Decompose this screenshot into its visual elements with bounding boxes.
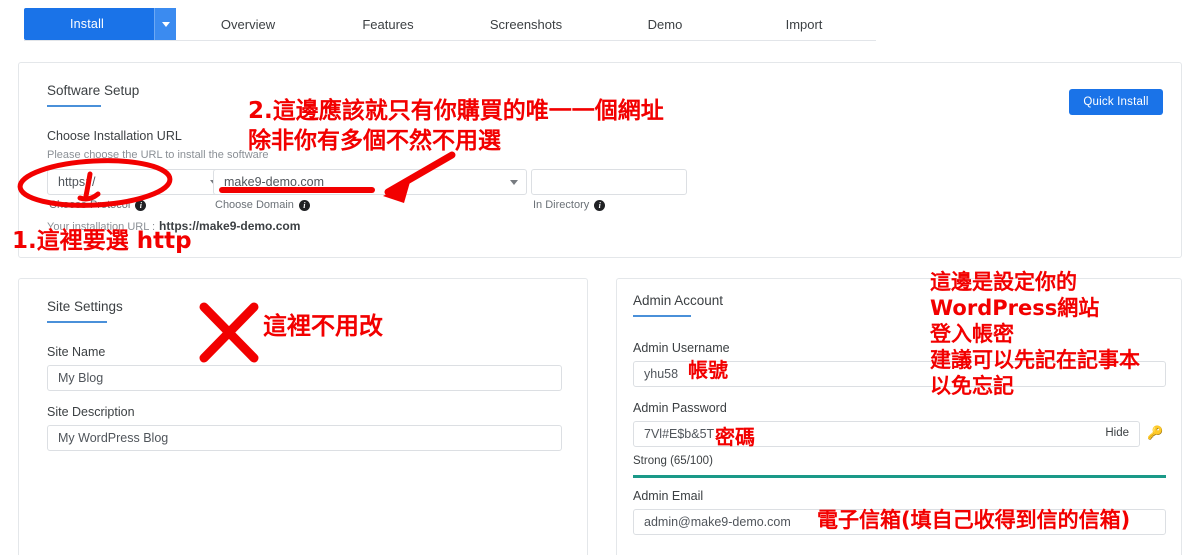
site-name-input[interactable]: My Blog	[47, 365, 562, 391]
domain-select[interactable]: make9-demo.com	[213, 169, 527, 195]
choose-installation-url-sub: Please choose the URL to install the sof…	[47, 149, 269, 161]
site-description-value: My WordPress Blog	[58, 431, 169, 445]
installation-url-label: Your installation URL :	[47, 221, 156, 233]
admin-username-label: Admin Username	[633, 341, 730, 355]
site-name-value: My Blog	[58, 371, 104, 385]
admin-email-input[interactable]: admin@make9-demo.com	[633, 509, 1166, 535]
info-icon[interactable]: i	[298, 199, 310, 211]
protocol-select[interactable]: https://	[47, 169, 227, 195]
tab-demo[interactable]: Demo	[622, 8, 708, 40]
software-setup-card: Software Setup Quick Install Choose Inst…	[18, 62, 1182, 258]
site-settings-title: Site Settings	[47, 299, 123, 314]
site-description-input[interactable]: My WordPress Blog	[47, 425, 562, 451]
site-name-label: Site Name	[47, 345, 106, 359]
admin-password-label: Admin Password	[633, 401, 727, 415]
install-dropdown-toggle[interactable]	[154, 8, 176, 40]
chevron-down-icon	[510, 180, 518, 185]
tab-import[interactable]: Import	[760, 8, 848, 40]
password-strength-bar	[633, 475, 1166, 478]
software-setup-title-rule	[47, 105, 101, 107]
admin-account-title: Admin Account	[633, 293, 724, 308]
site-description-label: Site Description	[47, 405, 135, 419]
password-hide-toggle[interactable]: Hide	[1105, 427, 1129, 439]
tab-features[interactable]: Features	[340, 8, 436, 40]
info-icon[interactable]: i	[594, 199, 606, 211]
key-icon[interactable]: 🔑	[1147, 425, 1163, 441]
admin-username-input[interactable]: yhu58	[633, 361, 1166, 387]
password-strength-text: Strong (65/100)	[633, 455, 713, 467]
in-directory-input[interactable]	[531, 169, 687, 195]
domain-caption-label: Choose Domain	[215, 199, 294, 211]
admin-password-input[interactable]: 7Vl#E$b&5T Hide	[633, 421, 1140, 447]
quick-install-button[interactable]: Quick Install	[1069, 89, 1163, 115]
info-icon[interactable]: i	[135, 199, 147, 211]
chevron-down-icon	[161, 21, 170, 27]
admin-email-value: admin@make9-demo.com	[644, 515, 791, 529]
tab-screenshots[interactable]: Screenshots	[470, 8, 582, 40]
admin-username-value: yhu58	[644, 367, 679, 381]
in-directory-caption-label: In Directory	[533, 199, 590, 211]
choose-installation-url-label: Choose Installation URL	[47, 129, 182, 143]
in-directory-caption: In Directory i	[533, 199, 606, 211]
site-settings-card: Site Settings Site Name My Blog Site Des…	[18, 278, 588, 555]
admin-password-value: 7Vl#E$b&5T	[644, 427, 715, 441]
protocol-select-value: https://	[58, 175, 96, 189]
site-settings-title-rule	[47, 321, 107, 323]
protocol-caption-label: Choose Protocol	[49, 199, 131, 211]
tab-install[interactable]: Install	[24, 8, 176, 40]
software-setup-title: Software Setup	[47, 83, 140, 98]
tab-install-label: Install	[69, 17, 105, 31]
admin-account-card: Admin Account Admin Username yhu58 Admin…	[616, 278, 1182, 555]
domain-select-value: make9-demo.com	[224, 175, 325, 189]
tab-overview[interactable]: Overview	[200, 8, 296, 40]
product-tabbar: Install Overview Features Screenshots De…	[0, 0, 1200, 46]
protocol-caption: Choose Protocol i	[49, 199, 147, 211]
admin-account-title-rule	[633, 315, 691, 317]
tabbar-underline	[24, 40, 876, 41]
installation-url-line: Your installation URL : https://make9-de…	[47, 219, 300, 233]
page-root: Install Overview Features Screenshots De…	[0, 0, 1200, 555]
domain-caption: Choose Domain i	[215, 199, 310, 211]
installation-url-value: https://make9-demo.com	[159, 219, 301, 233]
admin-email-label: Admin Email	[633, 489, 704, 503]
